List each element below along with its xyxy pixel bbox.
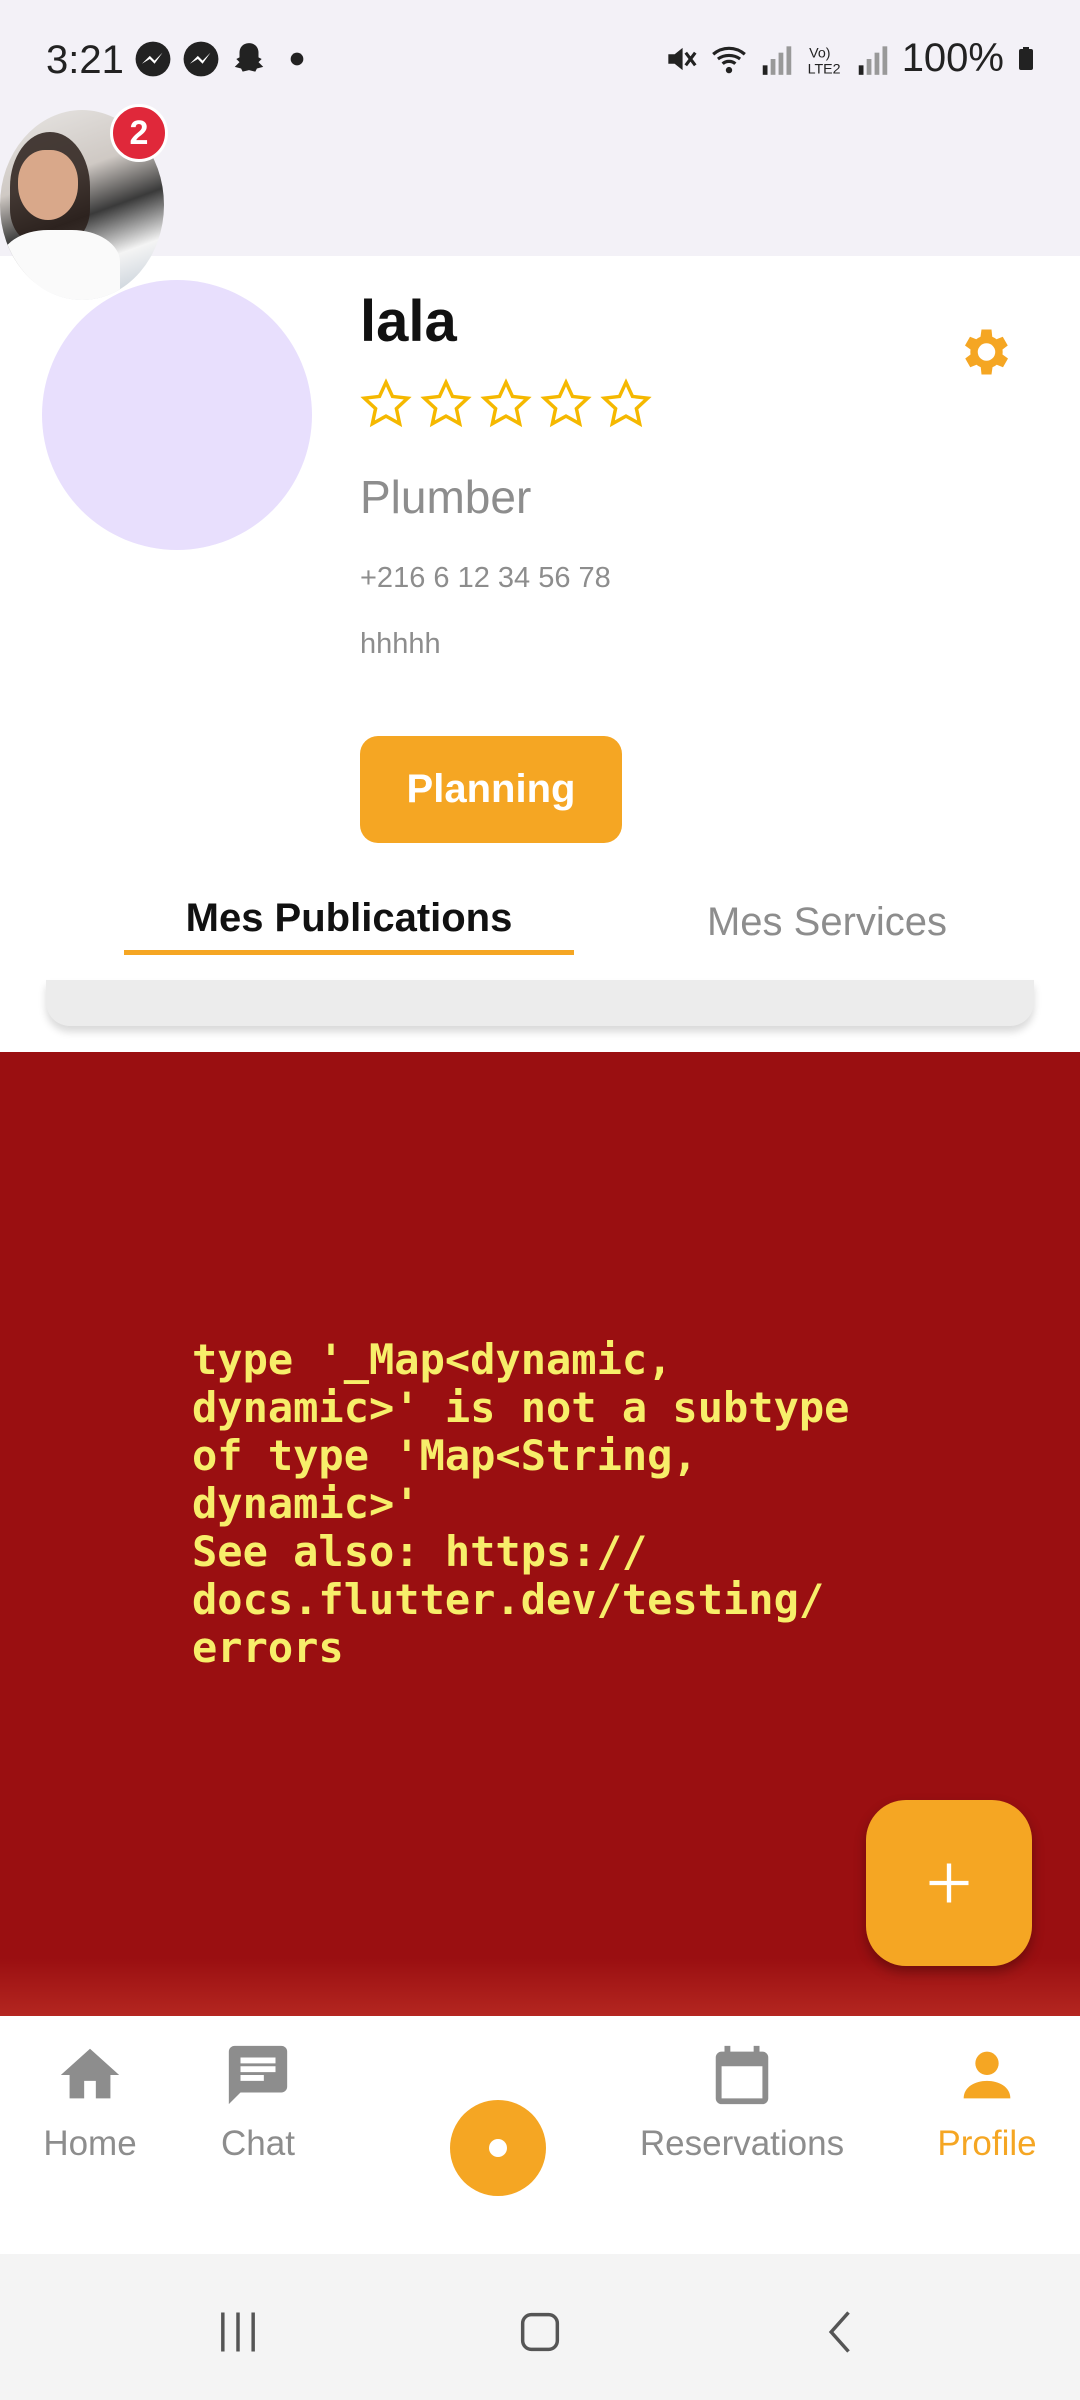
- messenger-icon: [135, 41, 171, 77]
- profile-phone: +216 6 12 34 56 78: [360, 562, 611, 594]
- home-icon: [60, 2048, 120, 2099]
- snapchat-icon: [234, 43, 264, 72]
- nav-home[interactable]: Home: [30, 2040, 150, 2164]
- svg-text:LTE2: LTE2: [807, 61, 840, 77]
- tab-indicator: [124, 950, 574, 955]
- star-outline-icon[interactable]: [360, 378, 412, 430]
- home-square-icon[interactable]: [514, 2306, 566, 2358]
- svg-text:Vo): Vo): [809, 45, 830, 61]
- settings-gear-icon[interactable]: [954, 322, 1014, 382]
- tab-mes-services[interactable]: Mes Services: [620, 900, 1034, 945]
- nav-chat[interactable]: Chat: [198, 2040, 318, 2164]
- dot-icon: [489, 2139, 507, 2157]
- recent-apps-icon[interactable]: [212, 2306, 264, 2358]
- star-outline-icon[interactable]: [420, 378, 472, 430]
- publication-card: [46, 980, 1034, 1026]
- messenger-icon: [183, 41, 219, 77]
- status-time: 3:21: [46, 38, 124, 82]
- mute-icon: [668, 47, 697, 70]
- plus-icon: [929, 1863, 969, 1903]
- nav-profile-label: Profile: [937, 2124, 1037, 2163]
- profile-job: Plumber: [360, 471, 532, 523]
- back-icon[interactable]: [816, 2306, 868, 2358]
- nav-chat-label: Chat: [221, 2124, 295, 2163]
- profile-name: lala: [360, 289, 457, 354]
- person-icon: [963, 2051, 1011, 2099]
- notification-icons: [134, 40, 316, 78]
- planning-button[interactable]: Planning: [360, 736, 622, 843]
- battery-icon: [1019, 46, 1033, 70]
- star-outline-icon[interactable]: [480, 378, 532, 430]
- calendar-icon: [715, 2045, 769, 2105]
- signal-icon: [762, 45, 791, 75]
- volte-icon: Vo)LTE2: [807, 45, 840, 77]
- star-outline-icon[interactable]: [540, 378, 592, 430]
- more-dot-icon: [290, 52, 304, 66]
- error-message: type '_Map<dynamic, dynamic>' is not a s…: [192, 1335, 850, 1672]
- status-bar: 3:21 Vo) LTE2 100%: [0, 0, 1080, 120]
- battery-percent: 100%: [901, 36, 1004, 80]
- add-button[interactable]: [866, 1800, 1032, 1966]
- star-outline-icon[interactable]: [600, 378, 652, 430]
- profile-avatar[interactable]: [42, 280, 312, 550]
- rating-stars[interactable]: [360, 378, 652, 430]
- wifi-icon: [711, 46, 746, 73]
- profile-description: hhhhh: [360, 628, 441, 660]
- nav-reservations[interactable]: Reservations: [622, 2040, 862, 2164]
- center-action-button[interactable]: [450, 2100, 546, 2196]
- system-status: Vo) LTE2 100%: [662, 36, 1038, 81]
- nav-profile[interactable]: Profile: [912, 2040, 1062, 2164]
- nav-home-label: Home: [43, 2124, 137, 2163]
- nav-reservations-label: Reservations: [639, 2124, 845, 2163]
- system-navigation-bar: [0, 2254, 1080, 2400]
- notification-badge: 2: [110, 104, 168, 162]
- chat-icon: [228, 2045, 288, 2105]
- signal-icon: [858, 45, 887, 75]
- tab-mes-publications[interactable]: Mes Publications: [124, 896, 574, 941]
